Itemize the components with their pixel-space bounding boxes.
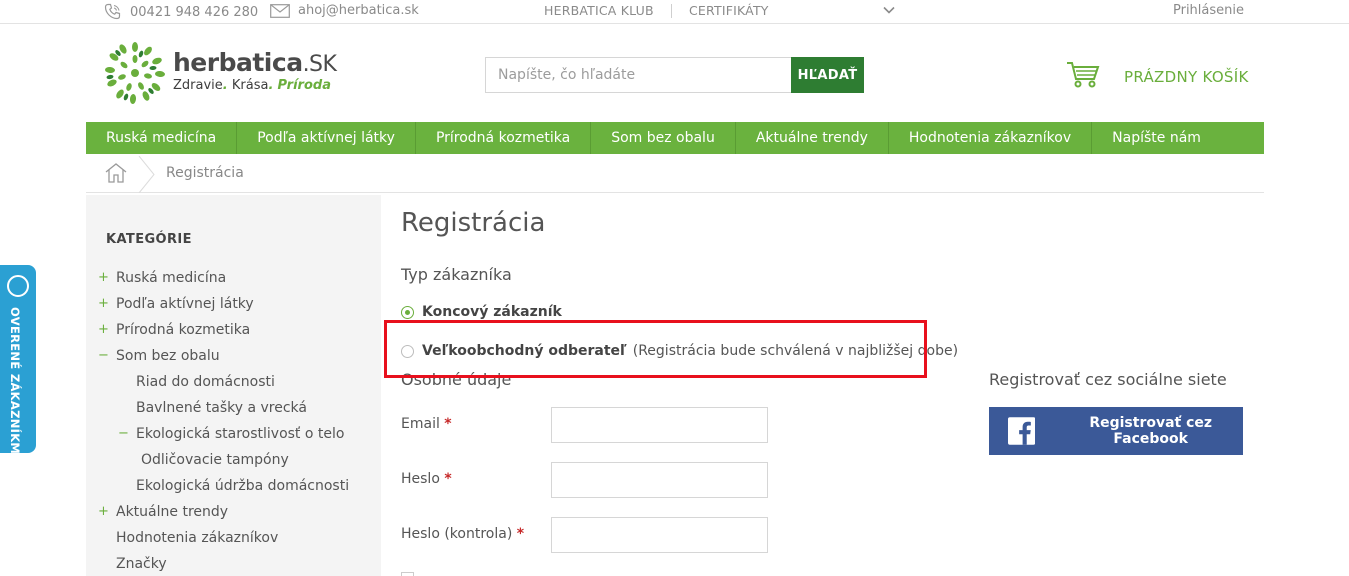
main-navigation: Ruská medicína Podľa aktívnej látky Prír… <box>86 122 1264 154</box>
certificates-link[interactable]: CERTIFIKÁTY <box>689 3 769 18</box>
sidebar-item-ekologicka-starostlivost[interactable]: − Ekologická starostlivosť o telo <box>118 426 344 442</box>
sidebar-item-bavlnene-tasky[interactable]: Bavlnené tašky a vrecká <box>136 400 307 416</box>
sidebar-item-znacky[interactable]: Značky <box>116 556 167 572</box>
club-link[interactable]: HERBATICA KLUB <box>544 3 654 18</box>
nav-item-aktualne-trendy[interactable]: Aktuálne trendy <box>736 122 889 154</box>
customer-type-label: Typ zákazníka <box>401 265 512 284</box>
breadcrumb-current: Registrácia <box>166 165 244 181</box>
breadcrumb-separator <box>138 155 156 197</box>
login-link[interactable]: Prihlásenie <box>1173 3 1244 18</box>
breadcrumb: Registrácia <box>86 155 1264 194</box>
password-confirm-label: Heslo (kontrola) * <box>401 526 525 542</box>
phone-contact[interactable]: 00421 948 426 280 <box>104 3 258 21</box>
sidebar-item-prirodna-kozmetika[interactable]: + Prírodná kozmetika <box>98 322 250 338</box>
phone-icon <box>104 3 122 21</box>
page-title: Registrácia <box>401 208 546 238</box>
nav-item-som-bez-obalu[interactable]: Som bez obalu <box>591 122 736 154</box>
collapse-icon[interactable]: − <box>118 426 129 441</box>
sidebar-item-podla-aktivnej-latky[interactable]: + Podľa aktívnej látky <box>98 296 254 312</box>
topbar-divider <box>671 4 672 18</box>
expand-icon[interactable]: + <box>98 296 109 311</box>
password-label: Heslo * <box>401 471 452 487</box>
expand-icon[interactable]: + <box>98 322 109 337</box>
sidebar-item-riad-do-domacnosti[interactable]: Riad do domácnosti <box>136 374 275 390</box>
search-input[interactable] <box>485 57 791 93</box>
radio-retail-customer[interactable]: Koncový zákazník <box>401 304 562 320</box>
home-icon[interactable] <box>104 162 128 188</box>
logo-text: herbatica.SK Zdravie. Krása. Príroda <box>173 48 337 93</box>
required-mark: * <box>516 526 525 542</box>
nav-item-podla-aktivnej-latky[interactable]: Podľa aktívnej látky <box>237 122 416 154</box>
sidebar-item-odlicovacie-tampony[interactable]: Odličovacie tampóny <box>141 452 289 468</box>
password-confirm-field[interactable] <box>551 517 768 553</box>
sidebar-item-ruska-medicina[interactable]: + Ruská medicína <box>98 270 226 286</box>
required-mark: * <box>444 471 452 487</box>
facebook-button-label: Registrovať cez Facebook <box>1089 415 1213 447</box>
social-register-title: Registrovať cez sociálne siete <box>989 370 1227 389</box>
email-contact[interactable]: ahoj@herbatica.sk <box>270 3 419 18</box>
email-field[interactable] <box>551 407 768 443</box>
logo-tagline: Zdravie. Krása. Príroda <box>173 78 331 93</box>
collapse-icon[interactable]: − <box>98 348 109 363</box>
sidebar-item-som-bez-obalu[interactable]: − Som bez obalu <box>98 348 220 364</box>
email-address: ahoj@herbatica.sk <box>298 3 419 18</box>
verified-customers-tab[interactable]: OVERENÉ ZÁKAZNÍKMI <box>0 265 36 459</box>
nav-item-hodnotenia-zakaznikov[interactable]: Hodnotenia zákazníkov <box>889 122 1093 154</box>
logo-wordmark: herbatica.SK <box>173 48 337 77</box>
email-label: Email * <box>401 416 452 432</box>
sidebar-title: KATEGÓRIE <box>106 232 192 247</box>
facebook-register-button[interactable]: Registrovať cez Facebook <box>989 407 1243 455</box>
search-bar: HĽADAŤ <box>485 57 864 93</box>
sidebar-item-ekologicka-udrzba[interactable]: Ekologická údržba domácnosti <box>136 478 349 494</box>
verified-badge-icon <box>7 275 29 297</box>
leaf-wreath-icon <box>105 42 165 104</box>
verified-customers-label: OVERENÉ ZÁKAZNÍKMI <box>8 307 22 459</box>
facebook-icon <box>1008 417 1036 445</box>
sidebar-item-aktualne-trendy[interactable]: + Aktuálne trendy <box>98 504 228 520</box>
password-field[interactable] <box>551 462 768 498</box>
nav-item-prirodna-kozmetika[interactable]: Prírodná kozmetika <box>416 122 592 154</box>
radio-button-checked[interactable] <box>401 305 414 319</box>
chevron-down-icon[interactable] <box>882 3 896 17</box>
cart-icon <box>1066 61 1100 93</box>
search-button[interactable]: HĽADAŤ <box>791 57 864 93</box>
top-bar: 00421 948 426 280 ahoj@herbatica.sk HERB… <box>0 0 1349 24</box>
nav-item-ruska-medicina[interactable]: Ruská medicína <box>86 122 238 154</box>
mail-icon <box>270 3 290 18</box>
category-sidebar: KATEGÓRIE + Ruská medicína + Podľa aktív… <box>86 195 381 576</box>
phone-number: 00421 948 426 280 <box>130 4 259 20</box>
agreement-checkbox[interactable] <box>401 572 414 576</box>
site-logo[interactable]: herbatica.SK Zdravie. Krása. Príroda <box>104 40 337 106</box>
nav-item-napiste-nam[interactable]: Napíšte nám <box>1092 122 1221 154</box>
expand-icon[interactable]: + <box>98 504 109 519</box>
sidebar-item-hodnotenia-zakaznikov[interactable]: Hodnotenia zákazníkov <box>116 530 278 546</box>
cart[interactable]: PRÁZDNY KOŠÍK <box>1066 61 1249 93</box>
required-mark: * <box>444 416 452 432</box>
cart-label: PRÁZDNY KOŠÍK <box>1124 68 1249 86</box>
highlight-box <box>384 320 927 378</box>
expand-icon[interactable]: + <box>98 270 109 285</box>
